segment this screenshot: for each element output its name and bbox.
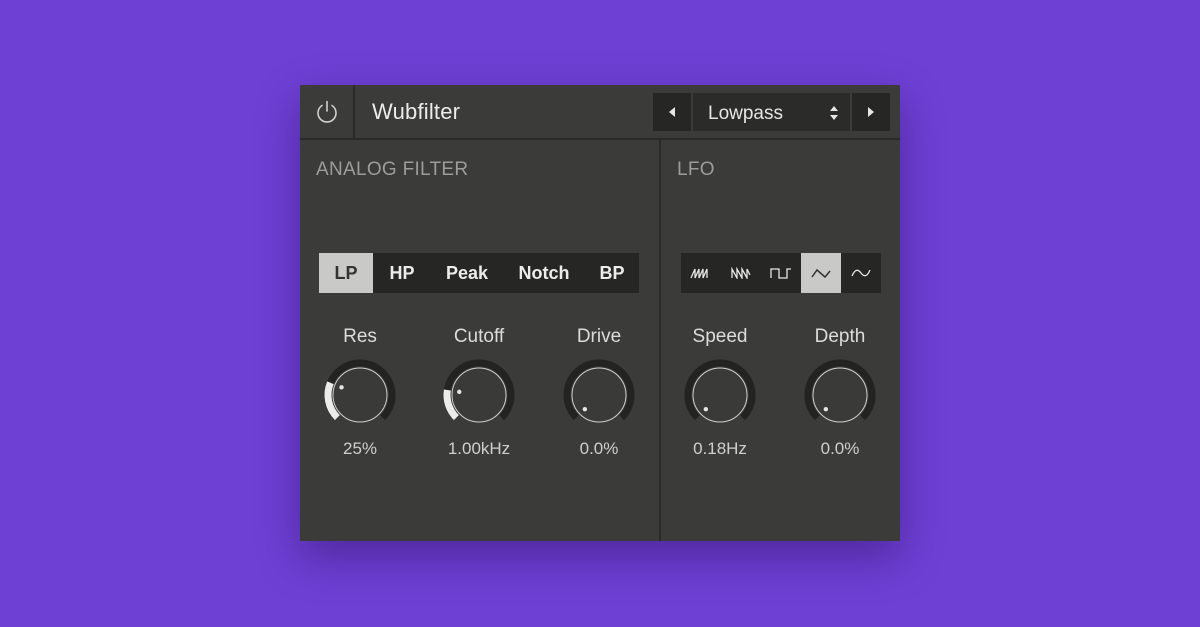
speed-knob-body bbox=[692, 367, 748, 423]
filter-type-bp[interactable]: BP bbox=[585, 253, 639, 293]
filter-type-notch[interactable]: Notch bbox=[503, 253, 585, 293]
depth-knob[interactable] bbox=[802, 357, 878, 433]
waveform-square[interactable] bbox=[761, 253, 801, 293]
analog-filter-title: ANALOG FILTER bbox=[316, 159, 469, 180]
cutoff-knob-indicator bbox=[457, 389, 462, 395]
filter-type-hp[interactable]: HP bbox=[373, 253, 431, 293]
speed-knob[interactable] bbox=[682, 357, 758, 433]
square-wave-icon bbox=[770, 268, 791, 279]
preset-next-button[interactable] bbox=[852, 93, 890, 131]
cutoff-knob[interactable] bbox=[441, 357, 517, 433]
up-down-arrows-icon bbox=[830, 106, 838, 120]
plugin-title: Wubfilter bbox=[372, 99, 461, 124]
depth-knob-group: Depth 0.0% bbox=[790, 325, 890, 459]
speed-value: 0.18Hz bbox=[693, 439, 747, 458]
res-label: Res bbox=[343, 326, 377, 347]
filter-type-lp[interactable]: LP bbox=[319, 253, 373, 293]
speed-label: Speed bbox=[692, 326, 748, 347]
cutoff-label: Cutoff bbox=[453, 326, 505, 347]
waveform-sine[interactable] bbox=[841, 253, 881, 293]
power-button[interactable] bbox=[300, 85, 355, 138]
saw-down-wave-icon bbox=[731, 267, 751, 279]
preset-prev-button[interactable] bbox=[653, 93, 691, 131]
res-knob-group: Res 25% bbox=[310, 325, 410, 459]
drive-knob-indicator bbox=[582, 406, 588, 412]
triangle-wave-icon bbox=[811, 268, 831, 279]
waveform-saw-up[interactable] bbox=[681, 253, 721, 293]
section-divider bbox=[659, 140, 661, 541]
cutoff-knob-group: Cutoff 1.00kHz bbox=[429, 325, 529, 459]
drive-knob-group: Drive 0.0% bbox=[549, 325, 649, 459]
triangle-left-icon bbox=[669, 107, 675, 117]
depth-label: Depth bbox=[814, 326, 866, 347]
filter-type-peak[interactable]: Peak bbox=[431, 253, 503, 293]
res-knob-body bbox=[332, 367, 388, 423]
drive-label: Drive bbox=[576, 326, 622, 347]
cutoff-value: 1.00kHz bbox=[447, 439, 511, 458]
plugin-header: Wubfilter Lowpass bbox=[300, 85, 900, 140]
wubfilter-plugin-window: Wubfilter Lowpass ANALOG FILTER LP HP Pe… bbox=[300, 85, 900, 541]
filter-type-selector: LP HP Peak Notch BP bbox=[319, 253, 639, 293]
res-knob[interactable] bbox=[322, 357, 398, 433]
res-value: 25% bbox=[342, 439, 378, 458]
preset-value: Lowpass bbox=[708, 103, 783, 124]
saw-up-wave-icon bbox=[690, 268, 708, 279]
drive-value: 0.0% bbox=[579, 439, 619, 458]
drive-knob[interactable] bbox=[561, 357, 637, 433]
sine-wave-icon bbox=[851, 269, 871, 277]
speed-knob-indicator bbox=[703, 406, 709, 412]
cutoff-knob-body bbox=[451, 367, 507, 423]
res-knob-indicator bbox=[339, 385, 344, 390]
triangle-right-icon bbox=[868, 107, 874, 117]
preset-dropdown[interactable]: Lowpass bbox=[693, 93, 850, 131]
lfo-waveform-selector bbox=[681, 253, 881, 293]
waveform-saw-down[interactable] bbox=[721, 253, 761, 293]
lfo-title: LFO bbox=[677, 159, 715, 180]
power-icon bbox=[316, 100, 337, 123]
drive-knob-body bbox=[571, 367, 627, 423]
depth-knob-body bbox=[812, 367, 868, 423]
depth-knob-indicator bbox=[823, 406, 829, 412]
speed-knob-group: Speed 0.18Hz bbox=[670, 325, 770, 459]
depth-value: 0.0% bbox=[820, 439, 860, 458]
waveform-triangle[interactable] bbox=[801, 253, 841, 293]
